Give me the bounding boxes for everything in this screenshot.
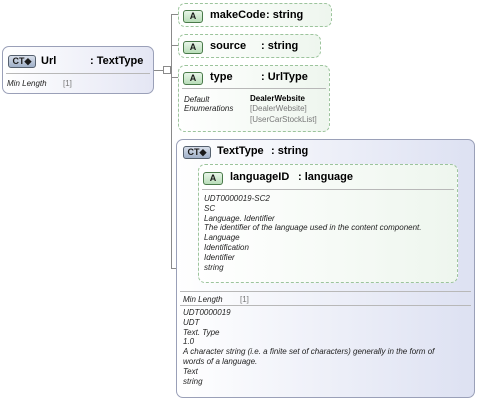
url-complex-type[interactable]: CT◆ Url : TextType Min Length [1] — [2, 46, 154, 94]
attribute-name: makeCode — [210, 9, 266, 21]
languageid-documentation: UDT0000019-SC2 SC Language. Identifier T… — [204, 194, 421, 272]
doc-line: SC — [204, 203, 216, 213]
attribute-name: type — [210, 71, 233, 83]
default-label: Default — [184, 95, 210, 104]
attribute-separator — [202, 189, 454, 190]
attribute-type: : string — [266, 9, 304, 21]
attribute-makecode[interactable]: A makeCode : string — [178, 3, 332, 27]
texttype-complex-type[interactable]: CT◆ TextType : string A languageID : lan… — [176, 139, 475, 398]
doc-line: Text. Type — [183, 327, 220, 337]
connector-type — [171, 77, 178, 78]
connector-source — [171, 45, 178, 46]
attribute-languageid[interactable]: A languageID : language UDT0000019-SC2 S… — [198, 164, 458, 283]
complex-type-glyph: ◆ — [199, 147, 207, 157]
attribute-name: languageID — [230, 171, 290, 183]
doc-line: Language. Identifier — [204, 213, 275, 223]
root-separator — [6, 73, 150, 74]
texttype-separator-2 — [180, 305, 471, 306]
complex-type-badge: CT◆ — [8, 55, 36, 68]
doc-line: The identifier of the language used in t… — [204, 223, 422, 233]
doc-line: UDT — [183, 317, 200, 327]
texttype-separator — [180, 291, 471, 292]
attribute-source[interactable]: A source : string — [178, 34, 321, 58]
attribute-badge: A — [183, 10, 203, 23]
attribute-badge: A — [203, 172, 223, 185]
attribute-name: source — [210, 40, 247, 52]
doc-line: Language — [204, 233, 240, 243]
doc-line: Text — [183, 366, 198, 376]
complex-type-badge-label: CT — [12, 56, 25, 66]
attribute-badge: A — [183, 72, 203, 85]
doc-line: Identification — [204, 242, 249, 252]
texttype-name: TextType — [217, 145, 264, 157]
enum-value: [UserCarStockList] — [250, 115, 317, 124]
doc-line: string — [183, 376, 203, 386]
texttype-facet-label: Min Length — [183, 295, 223, 304]
attribute-badge: A — [183, 41, 203, 54]
attribute-separator — [182, 88, 326, 89]
enum-value: [DealerWebsite] — [250, 104, 307, 113]
connector-node — [163, 66, 171, 74]
root-facet-value: [1] — [63, 79, 72, 88]
connector-trunk — [171, 14, 172, 268]
complex-type-glyph: ◆ — [24, 56, 32, 66]
default-value: DealerWebsite — [250, 94, 305, 103]
doc-line: string — [204, 262, 224, 272]
doc-line: UDT0000019-SC2 — [204, 194, 270, 203]
attribute-type-urltype[interactable]: A type : UrlType Default DealerWebsite E… — [178, 65, 330, 132]
doc-line: words of a language. — [183, 356, 258, 366]
root-name: Url — [41, 55, 57, 67]
connector-makecode — [171, 14, 178, 15]
root-type: : TextType — [90, 55, 144, 67]
texttype-facet-value: [1] — [240, 295, 249, 304]
texttype-type: : string — [271, 145, 309, 157]
root-facet-label: Min Length — [7, 79, 47, 88]
doc-line: 1.0 — [183, 337, 195, 347]
doc-line: Identifier — [204, 252, 235, 262]
texttype-documentation: UDT0000019 UDT Text. Type 1.0 A characte… — [183, 308, 434, 386]
attribute-type: : UrlType — [261, 71, 308, 83]
doc-line: UDT0000019 — [183, 308, 231, 317]
complex-type-badge: CT◆ — [183, 146, 211, 159]
complex-type-badge-label: CT — [187, 147, 200, 157]
enumerations-label: Enumerations — [184, 104, 234, 113]
attribute-type: : string — [261, 40, 299, 52]
doc-line: A character string (i.e. a finite set of… — [183, 347, 435, 357]
attribute-type: : language — [298, 171, 354, 183]
